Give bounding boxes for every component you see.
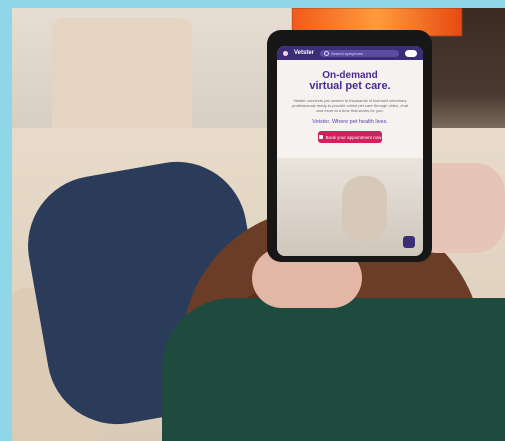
search-input[interactable]: Search symptoms (320, 49, 399, 57)
tablet-screen: Vetster Search symptoms On-demand virtua… (277, 46, 423, 256)
search-placeholder: Search symptoms (331, 50, 364, 56)
chat-icon[interactable] (403, 236, 415, 248)
headline-line-2: virtual pet care. (309, 80, 391, 92)
calendar-icon (318, 135, 323, 139)
hero: On-demand virtual pet care. Vetster conn… (277, 60, 423, 143)
tagline: Vetster. Where pet health lives. (312, 119, 388, 125)
top-nav: Vetster Search symptoms (277, 46, 423, 60)
person-sweater (162, 298, 505, 441)
background-photo: Vetster Search symptoms On-demand virtua… (12, 8, 505, 441)
toggle-icon[interactable] (405, 49, 417, 57)
cushion (52, 18, 192, 138)
book-appointment-label: Book your appointment now (325, 134, 382, 140)
search-icon (324, 50, 330, 56)
brand-name[interactable]: Vetster (294, 50, 314, 56)
heart-icon (283, 50, 288, 56)
book-appointment-button[interactable]: Book your appointment now (318, 131, 382, 143)
tablet: Vetster Search symptoms On-demand virtua… (267, 30, 432, 262)
headline: On-demand virtual pet care. (285, 70, 415, 92)
hero-description: Vetster connects pet owners to thousands… (292, 98, 408, 113)
hero-image-person (342, 176, 387, 241)
